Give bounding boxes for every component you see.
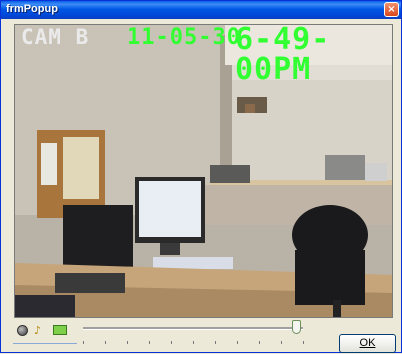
ok-button-label: OK bbox=[359, 337, 376, 349]
camera-video-feed: CAM B 11-05-30 6-49-00PM bbox=[14, 24, 393, 318]
ok-button[interactable]: OK bbox=[339, 334, 396, 353]
record-icon[interactable] bbox=[17, 325, 28, 336]
slider-tick bbox=[127, 341, 128, 344]
slider-tick bbox=[281, 341, 282, 344]
playback-slider[interactable] bbox=[83, 319, 308, 349]
icon-bar-divider bbox=[13, 343, 77, 344]
slider-tick bbox=[303, 341, 304, 344]
camera-label: CAM B bbox=[21, 25, 90, 49]
control-bar: ♪ OK bbox=[1, 319, 402, 354]
slider-tick bbox=[149, 341, 150, 344]
popup-window: frmPopup × CAM B 11-05-30 6-49-00PM ♪ OK bbox=[0, 0, 402, 353]
slider-tick bbox=[171, 341, 172, 344]
timestamp-date: 11-05-30 bbox=[127, 25, 241, 50]
slider-track bbox=[83, 327, 303, 330]
slider-tick bbox=[193, 341, 194, 344]
snapshot-icon[interactable] bbox=[53, 325, 67, 335]
slider-tick bbox=[215, 341, 216, 344]
title-bar[interactable]: frmPopup × bbox=[1, 1, 401, 19]
window-title: frmPopup bbox=[6, 3, 58, 15]
slider-thumb[interactable] bbox=[292, 320, 302, 334]
speaker-icon[interactable]: ♪ bbox=[34, 324, 41, 337]
close-button[interactable]: × bbox=[384, 2, 399, 17]
slider-tick bbox=[105, 341, 106, 344]
slider-tick bbox=[237, 341, 238, 344]
slider-tick bbox=[83, 341, 84, 344]
slider-tick bbox=[259, 341, 260, 344]
timestamp-time: 6-49-00PM bbox=[235, 24, 331, 87]
